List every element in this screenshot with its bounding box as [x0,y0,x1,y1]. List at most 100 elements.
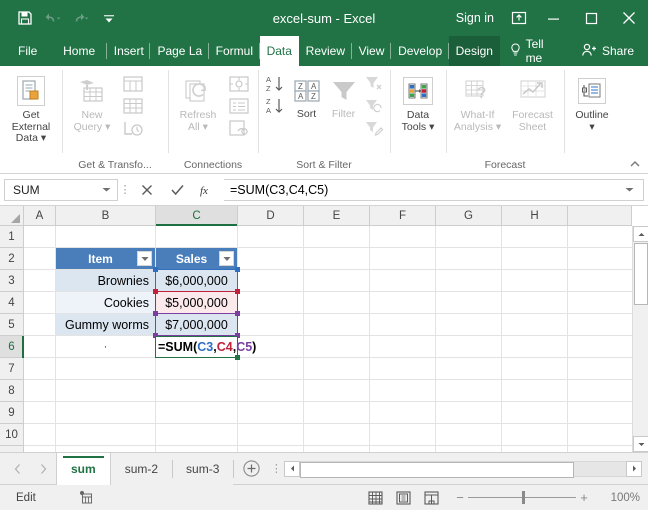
row-header-11[interactable] [0,446,23,452]
row-header-5[interactable]: 5 [0,314,23,336]
chevron-down-icon[interactable]: ▾ [589,121,594,133]
ribbon-tab-review[interactable]: Review [299,36,352,66]
zoom-slider-track[interactable] [468,490,576,506]
show-queries-button[interactable] [120,73,146,94]
row-header-4[interactable]: 4 [0,292,23,314]
row-header-2[interactable]: 2 [0,248,23,270]
zoom-slider[interactable]: − + [452,490,592,506]
new-query-button[interactable]: New Query ▾ [66,71,118,133]
sheet-tab-sum-3[interactable]: sum-3 [172,452,234,485]
chevron-down-icon[interactable]: ▾ [105,121,110,133]
scroll-down-icon[interactable] [633,436,648,452]
scroll-up-icon[interactable] [633,226,648,242]
cancel-formula-button[interactable] [132,178,162,202]
close-button[interactable] [610,0,648,36]
expand-formula-bar-icon[interactable] [621,187,637,193]
sort-ascending-button[interactable]: AZ [262,73,288,94]
normal-view-icon[interactable] [362,488,388,508]
cell-b3[interactable]: Brownies [56,270,155,291]
filter-dropdown-sales-icon[interactable] [219,251,234,266]
cell-b4[interactable]: Cookies [56,292,155,313]
ribbon-tab-view[interactable]: View [352,36,392,66]
fill-handle[interactable] [235,355,240,360]
enter-formula-button[interactable] [162,178,192,202]
outline-button[interactable]: Outline ▾ [568,71,616,133]
connections-button[interactable] [226,73,252,94]
advanced-filter-button[interactable] [362,117,386,138]
tell-me-box[interactable]: Tell me [500,36,573,66]
ribbon-tab-developer[interactable]: Develop [391,36,449,66]
previous-sheet-icon[interactable] [8,460,26,478]
sort-button[interactable]: ZAAZ Sort [288,71,325,120]
ribbon-tab-home[interactable]: Home [51,36,107,66]
column-header-b[interactable]: B [56,206,156,225]
sheet-tab-sum[interactable]: sum [56,452,111,485]
row-header-7[interactable]: 7 [0,358,23,380]
zoom-slider-handle[interactable] [522,490,525,504]
chevron-down-icon[interactable]: ▾ [41,132,46,144]
column-header-d[interactable]: D [238,206,304,225]
get-external-data-button[interactable]: Get External Data ▾ [4,71,58,145]
column-header-c[interactable]: C [156,206,238,226]
cell-c4[interactable]: $5,000,000 [156,292,237,313]
column-header-g[interactable]: G [436,206,502,225]
filter-button[interactable]: Filter [325,71,362,120]
column-header-partial[interactable] [568,206,632,225]
from-table-button[interactable] [120,95,146,116]
column-header-f[interactable]: F [370,206,436,225]
minimize-button[interactable] [534,0,572,36]
row-header-3[interactable]: 3 [0,270,23,292]
column-header-a[interactable]: A [24,206,56,225]
zoom-out-button[interactable]: − [452,490,468,505]
record-macro-icon[interactable] [74,490,98,505]
horizontal-scrollbar[interactable] [284,460,642,478]
save-icon[interactable] [16,9,34,27]
vertical-scroll-thumb[interactable] [634,243,648,305]
horizontal-scroll-track[interactable] [300,460,626,478]
sheet-tab-sum-2[interactable]: sum-2 [110,452,173,485]
scroll-right-icon[interactable] [626,460,642,477]
what-if-analysis-button[interactable]: ? What-If Analysis ▾ [450,71,505,133]
redo-icon[interactable] [72,9,90,27]
ribbon-tab-page-layout[interactable]: Page La [150,36,209,66]
horizontal-scroll-thumb[interactable] [300,461,574,478]
refresh-all-button[interactable]: Refresh All ▾ [172,71,224,133]
collapse-ribbon-icon[interactable] [628,157,642,171]
data-tools-button[interactable]: Data Tools ▾ [394,71,442,133]
chevron-down-icon[interactable]: ▾ [429,121,434,133]
row-header-10[interactable]: 10 [0,424,23,446]
undo-icon[interactable] [44,9,62,27]
insert-function-icon[interactable]: fx [192,178,222,202]
vertical-scrollbar[interactable] [632,226,648,452]
scroll-left-icon[interactable] [284,460,301,477]
name-box[interactable]: SUM [4,178,118,201]
select-all-button[interactable] [0,206,24,226]
ribbon-tab-formulas[interactable]: Formul [209,36,260,66]
chevron-down-icon[interactable]: ▾ [496,121,501,133]
ribbon-tab-file[interactable]: File [0,36,51,66]
sign-in-button[interactable]: Sign in [446,11,504,25]
filter-dropdown-item-icon[interactable] [137,251,152,266]
cell-b5[interactable]: Gummy worms [56,314,155,335]
ribbon-tab-design[interactable]: Design [448,36,500,66]
cell-c5[interactable]: $7,000,000 [156,314,237,335]
sheet-bar-grip[interactable]: ⋮ [268,462,284,475]
row-header-8[interactable]: 8 [0,380,23,402]
row-header-6[interactable]: 6 [0,336,24,358]
cell-c3[interactable]: $6,000,000 [156,270,237,291]
name-box-chevron-down-icon[interactable] [99,187,113,193]
ribbon-tab-data[interactable]: Data [259,36,299,66]
column-header-e[interactable]: E [304,206,370,225]
zoom-in-button[interactable]: + [576,490,592,505]
ribbon-display-options-icon[interactable] [504,3,534,33]
ribbon-tab-insert[interactable]: Insert [107,36,151,66]
clear-filter-button[interactable] [362,73,386,94]
properties-button[interactable] [226,95,252,116]
forecast-sheet-button[interactable]: Forecast Sheet [505,71,560,133]
recent-sources-button[interactable] [120,117,146,138]
reapply-filter-button[interactable] [362,95,386,116]
formula-input[interactable]: =SUM(C3,C4,C5) [224,178,644,201]
sort-descending-button[interactable]: ZA [262,95,288,116]
row-header-9[interactable]: 9 [0,402,23,424]
add-sheet-button[interactable] [234,460,268,477]
